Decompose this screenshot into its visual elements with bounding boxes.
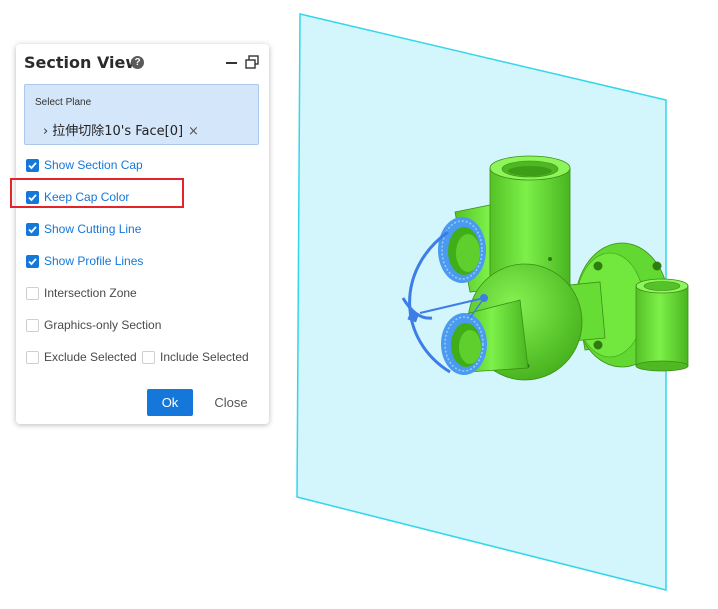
include-selected-label: Include Selected <box>160 350 249 364</box>
panel-header: Section View ? <box>16 44 269 84</box>
exclude-selected-label: Exclude Selected <box>44 350 137 364</box>
graphics-only-section-label: Graphics-only Section <box>44 318 162 332</box>
show-section-cap-label: Show Section Cap <box>44 158 143 172</box>
option-show-section-cap[interactable]: Show Section Cap <box>26 156 143 174</box>
ok-button[interactable]: Ok <box>147 389 193 416</box>
checkbox-unchecked-icon[interactable] <box>142 350 155 364</box>
show-cutting-line-label: Show Cutting Line <box>44 222 142 236</box>
option-show-profile-lines[interactable]: Show Profile Lines <box>26 252 143 270</box>
chevron-right-icon[interactable]: › <box>43 124 48 139</box>
option-show-cutting-line[interactable]: Show Cutting Line <box>26 220 141 238</box>
select-plane-label: Select Plane <box>35 97 92 108</box>
checkbox-checked-icon[interactable] <box>26 254 39 268</box>
close-button[interactable]: Close <box>206 389 256 416</box>
minimize-icon[interactable] <box>225 53 239 71</box>
select-plane-box[interactable]: Select Plane › 拉伸切除10's Face[0] × <box>24 84 259 145</box>
option-graphics-only-section[interactable]: Graphics-only Section <box>26 316 161 334</box>
checkbox-checked-icon[interactable] <box>26 158 39 172</box>
option-keep-cap-color[interactable]: Keep Cap Color <box>26 188 129 206</box>
selected-face-item[interactable]: › 拉伸切除10's Face[0] × <box>43 120 199 139</box>
checkbox-unchecked-icon[interactable] <box>26 286 39 300</box>
show-profile-lines-label: Show Profile Lines <box>44 254 144 268</box>
checkbox-unchecked-icon[interactable] <box>26 350 39 364</box>
restore-icon[interactable] <box>244 54 260 70</box>
checkbox-checked-icon[interactable] <box>26 190 39 204</box>
keep-cap-color-label: Keep Cap Color <box>44 190 130 204</box>
help-icon[interactable]: ? <box>131 56 144 69</box>
option-include-selected[interactable]: Include Selected <box>142 348 249 366</box>
option-intersection-zone[interactable]: Intersection Zone <box>26 284 137 302</box>
section-view-panel: Section View ? Select Plane › 拉伸切除10's Fa… <box>10 44 269 424</box>
checkbox-unchecked-icon[interactable] <box>26 318 39 332</box>
remove-icon[interactable]: × <box>188 124 199 139</box>
panel-title: Section View <box>24 53 141 72</box>
checkbox-checked-icon[interactable] <box>26 222 39 236</box>
option-exclude-selected[interactable]: Exclude Selected <box>26 348 137 366</box>
intersection-zone-label: Intersection Zone <box>44 286 137 300</box>
selected-face-text: 拉伸切除10's Face[0] <box>52 124 184 139</box>
